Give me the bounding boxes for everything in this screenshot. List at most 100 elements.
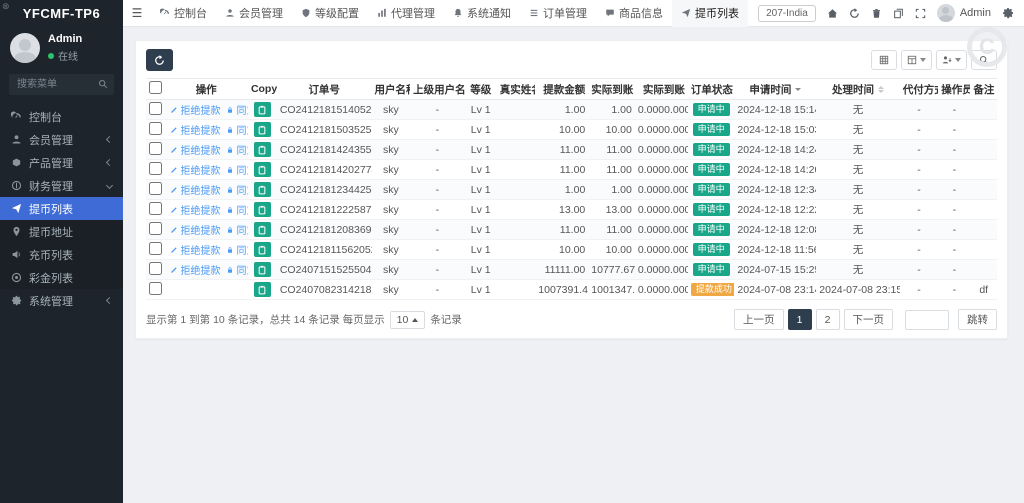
select-all-checkbox[interactable] bbox=[149, 81, 162, 94]
user-status: 在线 bbox=[58, 48, 78, 63]
tab-agents[interactable]: 代理管理 bbox=[368, 0, 444, 27]
row-checkbox[interactable] bbox=[149, 282, 162, 295]
page-size-select[interactable]: 10 bbox=[390, 311, 426, 329]
row-checkbox[interactable] bbox=[149, 202, 162, 215]
export-button[interactable] bbox=[936, 50, 967, 70]
sidebar-item-finance[interactable]: 财务管理 bbox=[0, 174, 123, 197]
next-page-button[interactable]: 下一页 bbox=[844, 309, 894, 330]
approve-withdraw-link[interactable]: 同意提款 bbox=[226, 262, 247, 277]
reject-withdraw-link[interactable]: 拒绝提款 bbox=[170, 202, 220, 217]
cell-pay_method: - bbox=[900, 200, 939, 220]
reject-withdraw-link[interactable]: 拒绝提款 bbox=[170, 142, 220, 157]
cell-remark bbox=[970, 220, 997, 240]
row-checkbox[interactable] bbox=[149, 162, 162, 175]
cell-status: 申请中 bbox=[688, 260, 735, 280]
copy-order-button[interactable] bbox=[254, 262, 271, 277]
refresh-table-button[interactable] bbox=[146, 49, 173, 71]
chat-icon bbox=[605, 8, 615, 18]
approve-withdraw-link[interactable]: 同意提款 bbox=[226, 162, 247, 177]
approve-withdraw-link[interactable]: 同意提款 bbox=[226, 182, 247, 197]
trash-button[interactable] bbox=[871, 8, 882, 19]
sidebar-item-withdraw-address[interactable]: 提币地址 bbox=[0, 220, 123, 243]
grid-button[interactable] bbox=[871, 50, 897, 70]
tab-dashboard[interactable]: 控制台 bbox=[151, 0, 216, 27]
jump-button[interactable]: 跳转 bbox=[958, 309, 997, 330]
row-checkbox[interactable] bbox=[149, 242, 162, 255]
col-header-process_time[interactable]: 处理时间 bbox=[816, 79, 899, 100]
page-button-1[interactable]: 1 bbox=[788, 309, 812, 330]
tab-goods[interactable]: 商品信息 bbox=[596, 0, 672, 27]
fullscreen-button[interactable] bbox=[915, 8, 926, 19]
reject-withdraw-link[interactable]: 拒绝提款 bbox=[170, 102, 220, 117]
row-checkbox[interactable] bbox=[149, 182, 162, 195]
copy-order-button[interactable] bbox=[254, 182, 271, 197]
sidebar-item-dashboard[interactable]: 控制台 bbox=[0, 105, 123, 128]
reject-withdraw-link[interactable]: 拒绝提款 bbox=[170, 222, 220, 237]
reject-withdraw-link[interactable]: 拒绝提款 bbox=[170, 122, 220, 137]
columns-button[interactable] bbox=[901, 50, 932, 70]
cell-user: sky bbox=[372, 180, 411, 200]
cell-status: 申请中 bbox=[688, 100, 735, 120]
cell-operator: - bbox=[938, 260, 970, 280]
cell-actual: 10.00 bbox=[588, 240, 635, 260]
cell-parent: - bbox=[410, 100, 465, 120]
sidebar-item-label: 财务管理 bbox=[29, 178, 73, 194]
reject-withdraw-link[interactable]: 拒绝提款 bbox=[170, 182, 220, 197]
copy-order-button[interactable] bbox=[254, 142, 271, 157]
reject-withdraw-link[interactable]: 拒绝提款 bbox=[170, 242, 220, 257]
prev-page-button[interactable]: 上一页 bbox=[734, 309, 784, 330]
row-checkbox[interactable] bbox=[149, 122, 162, 135]
home-button[interactable] bbox=[827, 8, 838, 19]
cell-parent: - bbox=[410, 180, 465, 200]
region-selector[interactable]: 207-India bbox=[758, 5, 816, 22]
collapse-sidebar-icon[interactable]: ⊗ bbox=[2, 1, 10, 12]
copy-order-button[interactable] bbox=[254, 122, 271, 137]
copy-order-button[interactable] bbox=[254, 222, 271, 237]
tab-members[interactable]: 会员管理 bbox=[216, 0, 292, 27]
tab-levels[interactable]: 等级配置 bbox=[292, 0, 368, 27]
row-checkbox[interactable] bbox=[149, 102, 162, 115]
cell-copy bbox=[248, 260, 277, 280]
approve-withdraw-link[interactable]: 同意提款 bbox=[226, 222, 247, 237]
col-header-apply_time[interactable]: 申请时间 bbox=[734, 79, 816, 100]
copy-order-button[interactable] bbox=[254, 282, 271, 297]
refresh-button[interactable] bbox=[849, 8, 860, 19]
clipboard-icon bbox=[257, 185, 267, 195]
copy-order-button[interactable] bbox=[254, 102, 271, 117]
cell-check bbox=[146, 260, 164, 280]
copy-button[interactable] bbox=[893, 8, 904, 19]
page-button-2[interactable]: 2 bbox=[816, 309, 840, 330]
settings-gears-icon[interactable] bbox=[1002, 7, 1014, 19]
pencil-icon bbox=[170, 226, 178, 234]
copy-order-button[interactable] bbox=[254, 242, 271, 257]
user-name: Admin bbox=[48, 33, 82, 45]
row-checkbox[interactable] bbox=[149, 222, 162, 235]
tab-withdraw-list[interactable]: 提币列表 bbox=[672, 0, 748, 27]
row-checkbox[interactable] bbox=[149, 142, 162, 155]
sidebar-item-withdraw-list[interactable]: 提币列表 bbox=[0, 197, 123, 220]
pagination-controls: 上一页 12 下一页 跳转 bbox=[734, 309, 997, 330]
lock-icon bbox=[226, 166, 234, 174]
cell-apply_time: 2024-12-18 12:22:58 bbox=[734, 200, 816, 220]
sidebar-item-products[interactable]: 产品管理 bbox=[0, 151, 123, 174]
topbar-user-menu[interactable]: Admin bbox=[937, 4, 991, 22]
reject-withdraw-link[interactable]: 拒绝提款 bbox=[170, 262, 220, 277]
tab-notices[interactable]: 系统通知 bbox=[444, 0, 520, 27]
jump-page-input[interactable] bbox=[905, 310, 949, 330]
approve-withdraw-link[interactable]: 同意提款 bbox=[226, 202, 247, 217]
sidebar-item-deposit-list[interactable]: 充币列表 bbox=[0, 243, 123, 266]
reject-withdraw-link[interactable]: 拒绝提款 bbox=[170, 162, 220, 177]
approve-withdraw-link[interactable]: 同意提款 bbox=[226, 242, 247, 257]
sidebar-item-members[interactable]: 会员管理 bbox=[0, 128, 123, 151]
row-checkbox[interactable] bbox=[149, 262, 162, 275]
copy-order-button[interactable] bbox=[254, 202, 271, 217]
tab-orders[interactable]: 订单管理 bbox=[520, 0, 596, 27]
approve-withdraw-link[interactable]: 同意提款 bbox=[226, 142, 247, 157]
approve-withdraw-link[interactable]: 同意提款 bbox=[226, 102, 247, 117]
cell-apply_time: 2024-12-18 15:14:05 bbox=[734, 100, 816, 120]
menu-toggle-icon[interactable]: ☰ bbox=[123, 6, 151, 20]
sidebar-item-bonus-list[interactable]: 彩金列表 bbox=[0, 266, 123, 289]
copy-order-button[interactable] bbox=[254, 162, 271, 177]
approve-withdraw-link[interactable]: 同意提款 bbox=[226, 122, 247, 137]
sidebar-item-system[interactable]: 系统管理 bbox=[0, 289, 123, 312]
